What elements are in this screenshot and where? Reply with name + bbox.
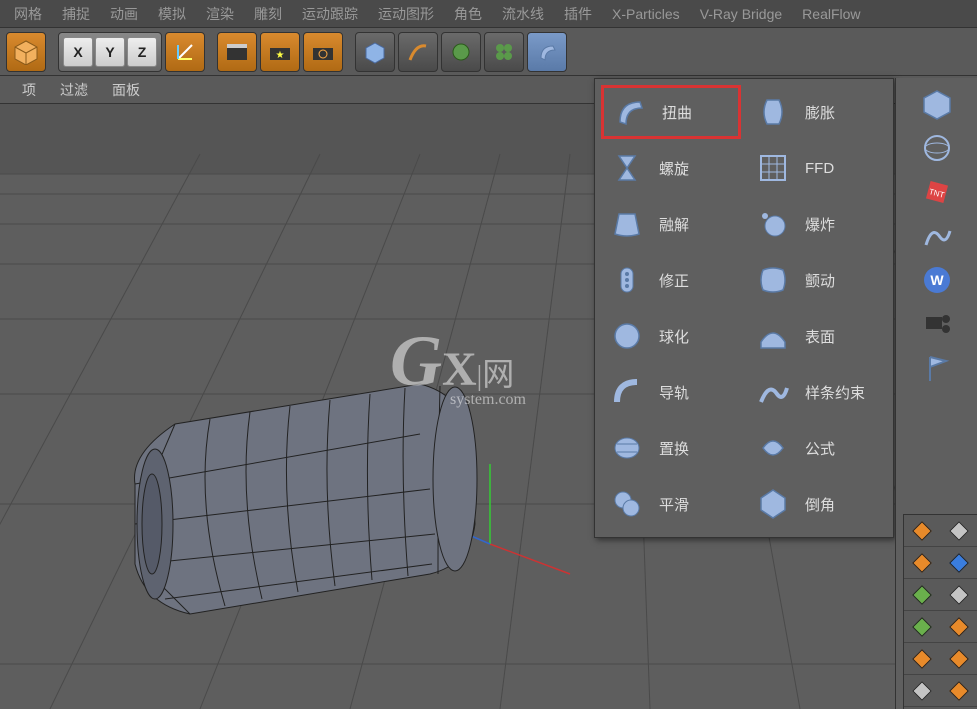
submenu-options[interactable]: 项 bbox=[10, 80, 48, 100]
deformer-bevel[interactable]: 倒角 bbox=[747, 477, 887, 531]
menu-character[interactable]: 角色 bbox=[444, 4, 492, 24]
menu-mograph[interactable]: 运动图形 bbox=[368, 4, 444, 24]
deformer-melt[interactable]: 融解 bbox=[601, 197, 741, 251]
palette-tnt[interactable]: TNT bbox=[917, 172, 957, 212]
mesh-object[interactable] bbox=[135, 384, 478, 614]
spline-tool-button[interactable] bbox=[398, 32, 438, 72]
submenu-filter[interactable]: 过滤 bbox=[48, 80, 100, 100]
menu-render[interactable]: 渲染 bbox=[196, 4, 244, 24]
palette-cube[interactable] bbox=[917, 84, 957, 124]
bulge-icon bbox=[753, 92, 793, 132]
axis-z-button[interactable]: Z bbox=[127, 37, 157, 67]
axis-group: X Y Z bbox=[58, 32, 162, 72]
explosion-icon bbox=[753, 204, 793, 244]
array-icon bbox=[492, 40, 516, 64]
palette-curve[interactable] bbox=[917, 216, 957, 256]
rail-icon bbox=[607, 372, 647, 412]
bend-icon bbox=[535, 40, 559, 64]
bevel-icon bbox=[753, 484, 793, 524]
menu-xparticles[interactable]: X-Particles bbox=[602, 6, 690, 22]
deformer-smooth[interactable]: 平滑 bbox=[601, 477, 741, 531]
subdiv-icon bbox=[449, 40, 473, 64]
render-settings-button[interactable] bbox=[303, 32, 343, 72]
axis-icon bbox=[174, 41, 196, 63]
svg-text:W: W bbox=[930, 272, 944, 288]
palette-flag[interactable] bbox=[917, 348, 957, 388]
twist-icon bbox=[607, 148, 647, 188]
correction-icon bbox=[607, 260, 647, 300]
coord-button[interactable] bbox=[165, 32, 205, 72]
menu-bar: 网格 捕捉 动画 模拟 渲染 雕刻 运动跟踪 运动图形 角色 流水线 插件 X-… bbox=[0, 0, 977, 28]
swatch-row-4[interactable] bbox=[904, 643, 977, 675]
menu-motiontrack[interactable]: 运动跟踪 bbox=[292, 4, 368, 24]
menu-animate[interactable]: 动画 bbox=[100, 4, 148, 24]
axis-y-button[interactable]: Y bbox=[95, 37, 125, 67]
spline-icon bbox=[753, 372, 793, 412]
deformer-rail[interactable]: 导轨 bbox=[601, 365, 741, 419]
menu-plugins[interactable]: 插件 bbox=[554, 4, 602, 24]
menu-snap[interactable]: 捕捉 bbox=[52, 4, 100, 24]
render-region-button[interactable]: ★ bbox=[260, 32, 300, 72]
menu-realflow[interactable]: RealFlow bbox=[792, 6, 870, 22]
menu-simulate[interactable]: 模拟 bbox=[148, 4, 196, 24]
deformer-correction[interactable]: 修正 bbox=[601, 253, 741, 307]
clapboard-star-icon: ★ bbox=[268, 42, 292, 62]
melt-icon bbox=[607, 204, 647, 244]
blue-cube-icon bbox=[363, 40, 387, 64]
clapboard-icon bbox=[225, 42, 249, 62]
deformer-spherify[interactable]: 球化 bbox=[601, 309, 741, 363]
cube-icon bbox=[13, 39, 39, 65]
smooth-icon bbox=[607, 484, 647, 524]
generator-button[interactable] bbox=[484, 32, 524, 72]
deformer-ffd[interactable]: FFD bbox=[747, 141, 887, 195]
formula-icon bbox=[753, 428, 793, 468]
swatch-row-3[interactable] bbox=[904, 611, 977, 643]
deformer-explosion[interactable]: 爆炸 bbox=[747, 197, 887, 251]
deformer-bulge[interactable]: 膨胀 bbox=[747, 85, 887, 139]
render-button[interactable] bbox=[217, 32, 257, 72]
cube-primitive-button[interactable] bbox=[6, 32, 46, 72]
deformer-bend[interactable]: 扭曲 bbox=[601, 85, 741, 139]
pen-icon bbox=[406, 40, 430, 64]
menu-sculpt[interactable]: 雕刻 bbox=[244, 4, 292, 24]
spherify-icon bbox=[607, 316, 647, 356]
swatch-row-2[interactable] bbox=[904, 579, 977, 611]
palette-sphere[interactable] bbox=[917, 128, 957, 168]
clapboard-gear-icon bbox=[311, 42, 335, 62]
cube-object-button[interactable] bbox=[355, 32, 395, 72]
material-swatches bbox=[903, 514, 977, 709]
main-toolbar: X Y Z ★ bbox=[0, 28, 977, 76]
surface-icon bbox=[753, 316, 793, 356]
swatch-row-1[interactable] bbox=[904, 547, 977, 579]
deformer-formula[interactable]: 公式 bbox=[747, 421, 887, 475]
deformer-surface[interactable]: 表面 bbox=[747, 309, 887, 363]
swatch-row-5[interactable] bbox=[904, 675, 977, 707]
deformer-button[interactable] bbox=[527, 32, 567, 72]
swatch-row-0[interactable] bbox=[904, 515, 977, 547]
ffd-icon bbox=[753, 148, 793, 188]
svg-text:★: ★ bbox=[276, 50, 285, 61]
submenu-panel[interactable]: 面板 bbox=[100, 80, 152, 100]
deformer-displace[interactable]: 置换 bbox=[601, 421, 741, 475]
palette-camera[interactable] bbox=[917, 304, 957, 344]
palette-w[interactable]: W bbox=[917, 260, 957, 300]
nurbs-button[interactable] bbox=[441, 32, 481, 72]
jiggle-icon bbox=[753, 260, 793, 300]
deformer-twist[interactable]: 螺旋 bbox=[601, 141, 741, 195]
deformer-spline-wrap[interactable]: 样条约束 bbox=[747, 365, 887, 419]
bend-icon bbox=[610, 92, 650, 132]
axis-x-button[interactable]: X bbox=[63, 37, 93, 67]
deformer-jiggle[interactable]: 颤动 bbox=[747, 253, 887, 307]
displace-icon bbox=[607, 428, 647, 468]
deformer-dropdown: 扭曲 膨胀 螺旋 FFD 融解 爆炸 修正 颤动 球化 表面 导轨 样 bbox=[594, 78, 894, 538]
menu-pipeline[interactable]: 流水线 bbox=[492, 4, 554, 24]
menu-vray[interactable]: V-Ray Bridge bbox=[690, 6, 792, 22]
menu-mesh[interactable]: 网格 bbox=[4, 4, 52, 24]
